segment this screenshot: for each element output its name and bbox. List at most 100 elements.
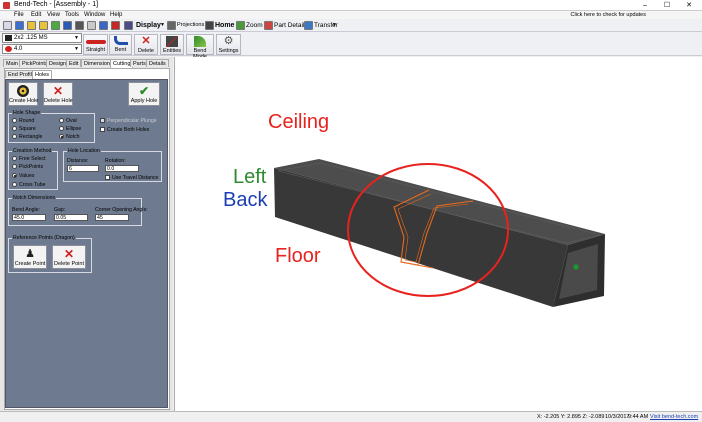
save-icon[interactable] bbox=[63, 21, 72, 30]
home-button[interactable]: Home bbox=[215, 21, 234, 30]
quick-toolbar: Display ▼ Projections Home Zoom Part Det… bbox=[0, 19, 702, 32]
shape-rectangle-radio[interactable]: Rectangle bbox=[12, 134, 42, 140]
check-icon: ✔ bbox=[138, 84, 150, 98]
material-select[interactable]: 2x2 .125 MS ▼ bbox=[2, 33, 82, 43]
new-icon[interactable] bbox=[3, 21, 12, 30]
method-cross-tube-radio[interactable]: Cross Tube bbox=[12, 182, 46, 188]
gap-input[interactable]: 0.05 bbox=[54, 214, 88, 221]
update-notice[interactable]: Click here to check for updates bbox=[570, 11, 646, 19]
zoom-icon[interactable] bbox=[236, 21, 245, 30]
use-travel-distance-checkbox[interactable]: Use Travel Distance bbox=[105, 175, 158, 181]
settings-button[interactable]: ⚙ Settings bbox=[216, 34, 241, 55]
menu-tools[interactable]: Tools bbox=[65, 11, 79, 19]
create-hole-button[interactable]: Create Hole bbox=[8, 82, 38, 106]
print-icon[interactable] bbox=[75, 21, 84, 30]
checkbox-icon bbox=[100, 127, 105, 132]
length-icon bbox=[5, 46, 12, 52]
minimize-icon[interactable]: – bbox=[634, 0, 656, 11]
hole-location-title: Hole Location bbox=[67, 148, 101, 154]
entities-button[interactable]: Entities bbox=[160, 34, 184, 55]
open-icon[interactable] bbox=[15, 21, 24, 30]
method-pickpoints-radio[interactable]: PickPoints bbox=[12, 164, 43, 170]
ceiling-label: Ceiling bbox=[268, 111, 330, 133]
rotation-input[interactable]: 0.0 bbox=[105, 165, 139, 172]
gap-label: Gap: bbox=[54, 207, 66, 213]
create-both-holes-checkbox[interactable]: Create Both Holes bbox=[100, 127, 149, 133]
delete-hole-button[interactable]: ✕ Delete Hole bbox=[43, 82, 73, 106]
home-icon[interactable] bbox=[205, 21, 214, 30]
delete-point-button[interactable]: ✕ Delete Point bbox=[52, 245, 86, 269]
notch-dimensions-group: Notch Dimensions Bend Angle: 45.0 Gap: 0… bbox=[8, 195, 148, 226]
chevron-down-icon[interactable]: ▼ bbox=[160, 21, 165, 30]
perpendicular-plunge-checkbox[interactable]: Perpendicular Plunge bbox=[100, 118, 157, 124]
part-details-icon[interactable] bbox=[264, 21, 273, 30]
status-date: 10/3/2017 bbox=[605, 414, 630, 420]
menu-help[interactable]: Help bbox=[110, 11, 122, 19]
window-title: Bend-Tech - [Assembly - 1] bbox=[14, 1, 99, 8]
tab-edit[interactable]: Edit bbox=[66, 59, 82, 67]
add-icon[interactable] bbox=[51, 21, 60, 30]
print-preview-icon[interactable] bbox=[87, 21, 96, 30]
bend-angle-label: Bend Angle: bbox=[12, 207, 40, 213]
menu-edit[interactable]: Edit bbox=[31, 11, 41, 19]
display-menu[interactable]: Display bbox=[136, 21, 161, 30]
display-icon[interactable] bbox=[124, 21, 133, 30]
menu-file[interactable]: File bbox=[14, 11, 24, 19]
website-link[interactable]: Visit bend-tech.com bbox=[650, 414, 698, 421]
end-reference-point bbox=[573, 264, 579, 270]
shape-square-radio[interactable]: Square bbox=[12, 126, 36, 132]
shape-ellipse-radio[interactable]: Ellipse bbox=[59, 126, 81, 132]
close-icon[interactable]: ✕ bbox=[678, 0, 700, 11]
bend-mode-button[interactable]: Bend Mode bbox=[186, 34, 214, 60]
holes-panel: Create Hole ✕ Delete Hole ✔ Apply Hole H… bbox=[5, 79, 168, 408]
chevron-down-icon: ▼ bbox=[74, 35, 79, 41]
left-label: Left bbox=[233, 166, 267, 188]
apply-hole-button[interactable]: ✔ Apply Hole bbox=[128, 82, 160, 106]
zoom-button[interactable]: Zoom bbox=[246, 21, 263, 30]
bent-tube-icon bbox=[113, 36, 128, 45]
transfer-icon[interactable] bbox=[304, 21, 313, 30]
save-as-icon[interactable] bbox=[39, 21, 48, 30]
bent-button[interactable]: Bent bbox=[109, 34, 132, 55]
radio-icon bbox=[12, 182, 17, 187]
tab-details[interactable]: Details bbox=[146, 59, 169, 67]
shape-notch-radio[interactable]: Notch bbox=[59, 134, 80, 140]
bend-angle-input[interactable]: 45.0 bbox=[12, 214, 46, 221]
chevron-down-icon[interactable]: ▼ bbox=[332, 21, 337, 30]
maximize-icon[interactable]: ☐ bbox=[656, 0, 678, 11]
hole-target-icon bbox=[17, 85, 29, 97]
corner-opening-angle-input[interactable]: 45 bbox=[95, 214, 129, 221]
menu-view[interactable]: View bbox=[47, 11, 60, 19]
radio-icon bbox=[12, 164, 17, 169]
length-value: 4.0 bbox=[14, 46, 23, 52]
export-icon[interactable] bbox=[99, 21, 108, 30]
projections-button[interactable]: Projections bbox=[177, 21, 204, 30]
hole-shape-title: Hole Shape bbox=[12, 110, 42, 116]
help-icon[interactable] bbox=[111, 21, 120, 30]
shape-oval-radio[interactable]: Oval bbox=[59, 118, 77, 124]
straight-tube-icon bbox=[85, 40, 106, 44]
projections-icon[interactable] bbox=[167, 21, 176, 30]
shape-round-radio[interactable]: Round bbox=[12, 118, 34, 124]
create-point-button[interactable]: ♟ Create Point bbox=[13, 245, 47, 269]
radio-icon bbox=[59, 126, 64, 131]
tube-icon bbox=[5, 35, 12, 41]
straight-button[interactable]: Straight bbox=[83, 34, 108, 55]
length-select[interactable]: 4.0 ▼ bbox=[2, 44, 82, 54]
folder-icon[interactable] bbox=[27, 21, 36, 30]
menu-window[interactable]: Window bbox=[84, 11, 105, 19]
distance-input[interactable]: 6 bbox=[67, 165, 99, 172]
radio-icon bbox=[12, 126, 17, 131]
distance-label: Distance: bbox=[67, 158, 89, 164]
method-free-select-radio[interactable]: Free Select bbox=[12, 156, 46, 162]
checkbox-icon bbox=[100, 118, 105, 123]
part-details-button[interactable]: Part Details bbox=[274, 21, 308, 30]
tube-model[interactable] bbox=[175, 57, 702, 411]
delete-button[interactable]: ✕ Delete bbox=[134, 34, 158, 55]
radio-selected-icon bbox=[59, 134, 64, 139]
3d-viewport[interactable]: Ceiling Left Back Floor bbox=[174, 57, 702, 411]
tab-holes[interactable]: Holes bbox=[32, 70, 53, 79]
method-values-radio[interactable]: Values bbox=[12, 173, 34, 179]
notch-dimensions-title: Notch Dimensions bbox=[12, 195, 57, 201]
app-icon bbox=[3, 2, 10, 9]
